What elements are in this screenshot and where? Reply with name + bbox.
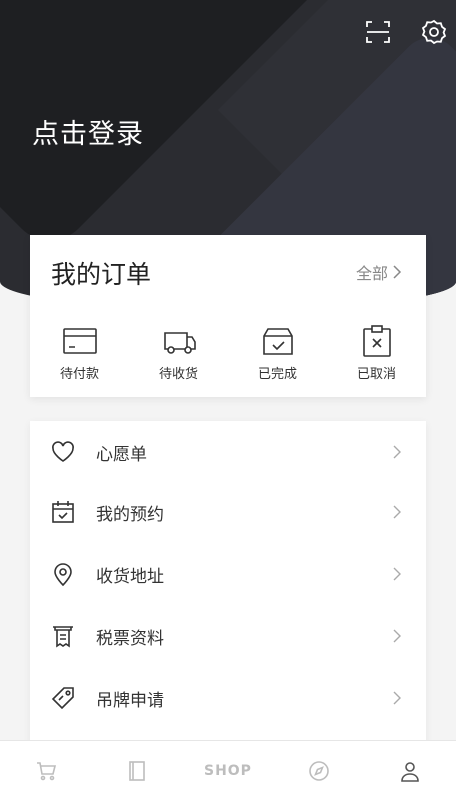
orders-all-label: 全部 bbox=[355, 264, 388, 283]
settings-icon[interactable] bbox=[420, 18, 448, 46]
menu-item-label: 心愿单 bbox=[96, 444, 147, 465]
chevron-right-icon bbox=[392, 444, 402, 460]
orders-title: 我的订单 bbox=[51, 260, 152, 289]
heart-icon bbox=[50, 439, 76, 465]
cart-icon bbox=[36, 761, 56, 780]
nav-profile[interactable] bbox=[380, 751, 440, 791]
book-icon bbox=[128, 760, 145, 781]
login-link[interactable]: 点击登录 bbox=[32, 112, 144, 151]
user-icon bbox=[401, 761, 420, 782]
scan-icon[interactable] bbox=[364, 18, 392, 46]
receipt-icon bbox=[50, 623, 76, 649]
menu-item-label: 税票资料 bbox=[96, 628, 164, 649]
order-status-cancelled[interactable]: 已取消 bbox=[337, 325, 417, 385]
chevron-right-icon bbox=[393, 265, 402, 279]
nav-discover[interactable] bbox=[289, 751, 349, 791]
nav-catalog[interactable] bbox=[107, 751, 167, 791]
menu-card: 心愿单 我的预约 收货地址 税票资料 吊牌申请 bbox=[30, 421, 426, 751]
orders-card: 我的订单 全部 待付款 待收货 已完成 已取消 bbox=[30, 235, 426, 397]
menu-item-tag-request[interactable]: 吊牌申请 bbox=[30, 667, 426, 729]
menu-item-addresses[interactable]: 收货地址 bbox=[30, 543, 426, 605]
order-status-label: 已取消 bbox=[356, 367, 396, 382]
order-status-label: 待付款 bbox=[59, 367, 99, 382]
order-status-label: 待收货 bbox=[158, 367, 198, 382]
order-status-completed[interactable]: 已完成 bbox=[238, 325, 318, 385]
calendar-check-icon bbox=[50, 499, 76, 525]
menu-item-label: 收货地址 bbox=[96, 566, 164, 587]
chevron-right-icon bbox=[392, 566, 402, 582]
menu-item-invoice-info[interactable]: 税票资料 bbox=[30, 605, 426, 667]
menu-item-label: 我的预约 bbox=[96, 504, 164, 525]
tag-icon bbox=[50, 685, 76, 711]
chevron-right-icon bbox=[392, 628, 402, 644]
clipboard-x-icon bbox=[362, 325, 391, 357]
chevron-right-icon bbox=[392, 504, 402, 520]
nav-shop[interactable]: SHOP bbox=[198, 751, 258, 791]
order-status-label: 已完成 bbox=[257, 367, 297, 382]
order-status-pending-delivery[interactable]: 待收货 bbox=[139, 325, 219, 385]
location-pin-icon bbox=[50, 561, 76, 587]
order-status-pending-payment[interactable]: 待付款 bbox=[40, 325, 120, 385]
menu-item-label: 吊牌申请 bbox=[96, 690, 164, 711]
truck-icon bbox=[163, 332, 196, 354]
chevron-right-icon bbox=[392, 690, 402, 706]
shop-label: SHOP bbox=[203, 762, 252, 779]
orders-view-all[interactable]: 全部 bbox=[356, 260, 402, 284]
compass-icon bbox=[309, 760, 329, 781]
box-check-icon bbox=[262, 328, 293, 355]
bottom-nav: SHOP bbox=[0, 740, 456, 800]
menu-item-wishlist[interactable]: 心愿单 bbox=[30, 421, 426, 483]
menu-item-reservations[interactable]: 我的预约 bbox=[30, 481, 426, 543]
card-icon bbox=[62, 328, 97, 354]
nav-cart[interactable] bbox=[16, 751, 76, 791]
